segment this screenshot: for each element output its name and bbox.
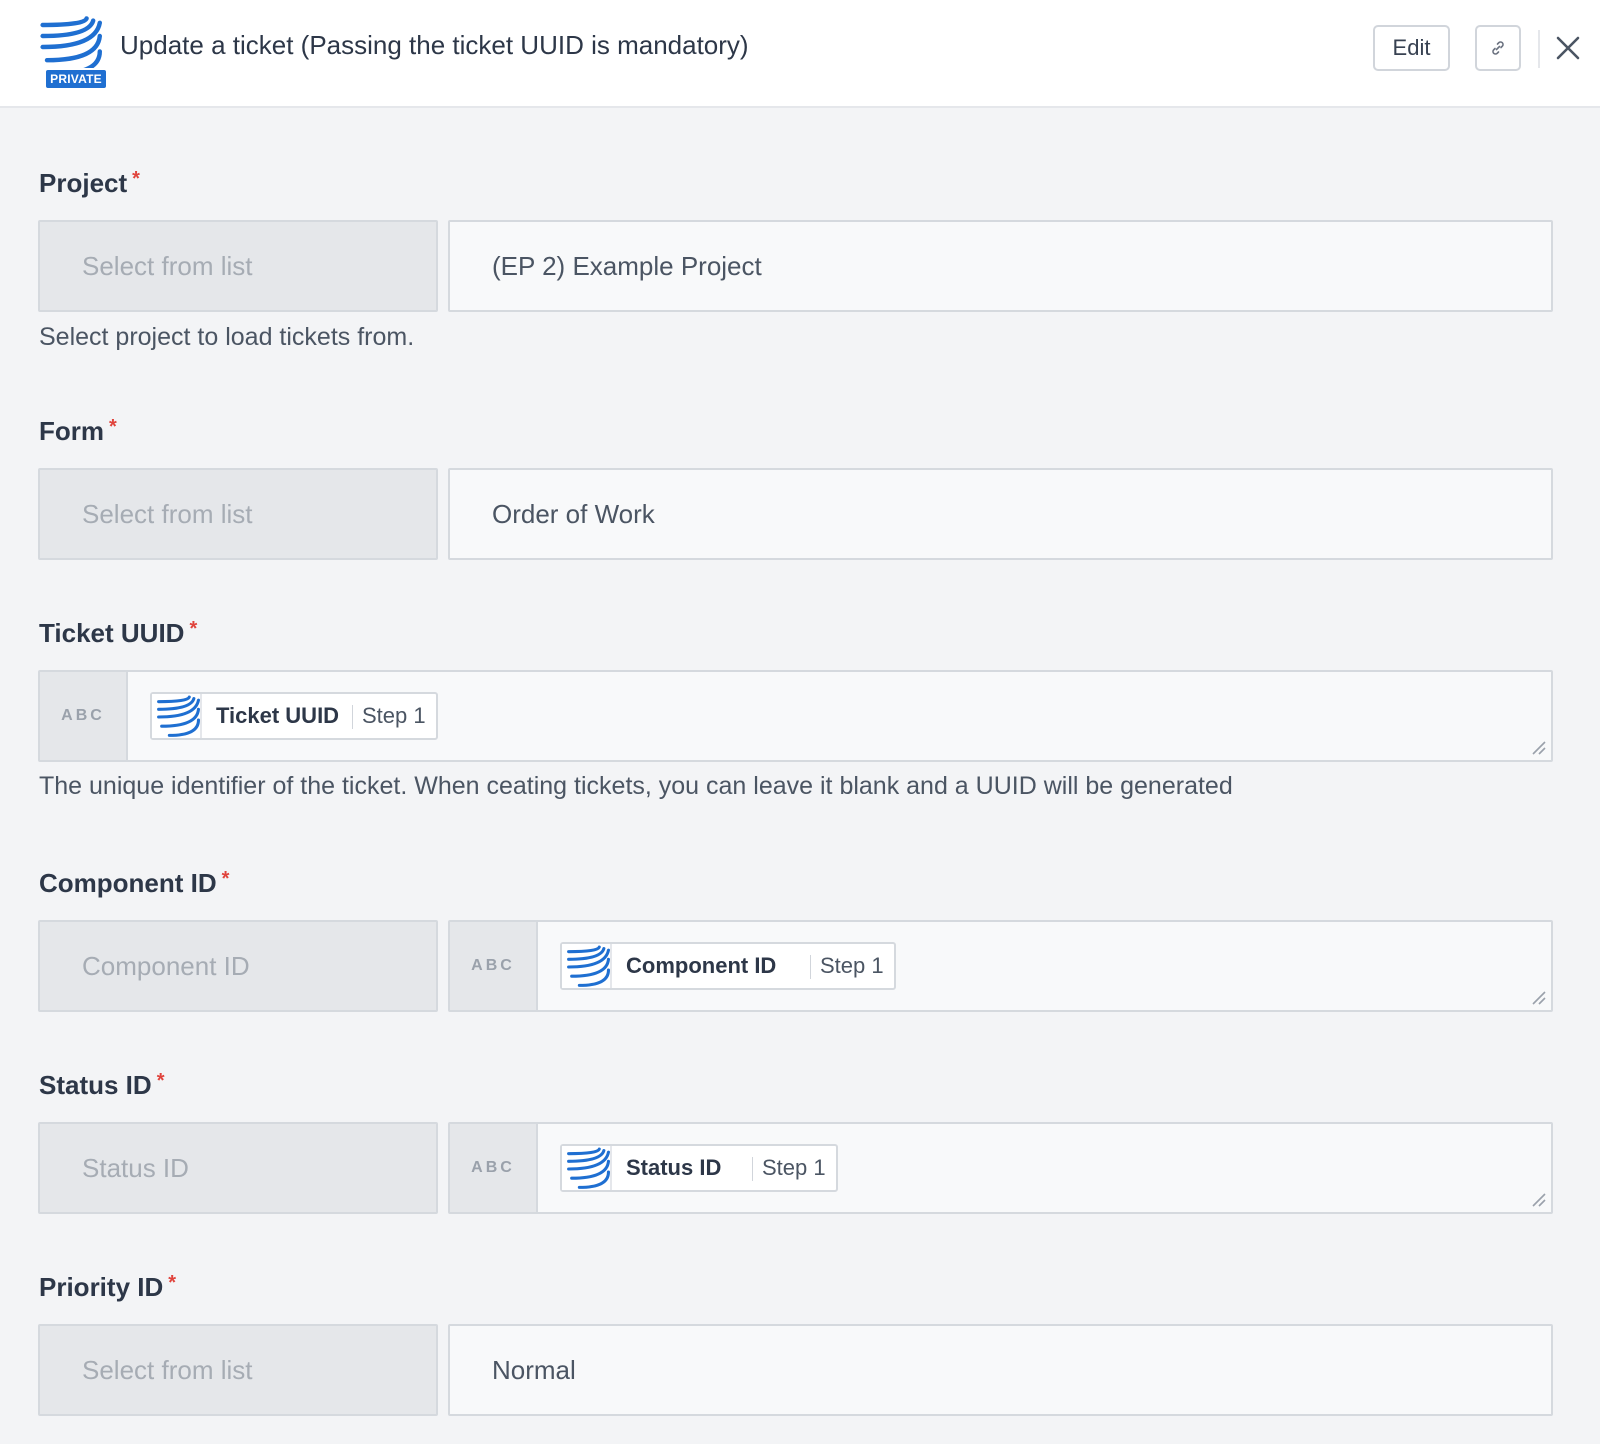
priority-id-label-text: Priority ID: [39, 1272, 164, 1302]
app-logo-icon: [564, 944, 610, 990]
datapill-icon: [562, 1146, 612, 1190]
datapill-name: Component ID: [626, 953, 777, 978]
project-label: Project *: [39, 168, 140, 199]
status-id-mode-field[interactable]: Status ID: [38, 1122, 438, 1214]
required-marker: *: [221, 868, 230, 890]
ticket-uuid-input[interactable]: ABC Ticket UUID Step 1: [38, 670, 1553, 762]
close-icon: [1556, 36, 1580, 60]
component-id-input[interactable]: ABC Component ID Step 1: [448, 920, 1553, 1012]
close-button[interactable]: [1550, 30, 1586, 66]
datapill-icon: [562, 944, 612, 988]
link-button[interactable]: [1475, 25, 1521, 71]
form-label-text: Form: [39, 416, 104, 446]
resize-handle-icon[interactable]: [1529, 988, 1547, 1006]
dialog-title: Update a ticket (Passing the ticket UUID…: [120, 30, 749, 60]
datapill-separator: [352, 705, 353, 729]
project-mode-select[interactable]: Select from list: [38, 220, 438, 312]
component-id-label: Component ID *: [39, 868, 229, 899]
datapill-ticket-uuid[interactable]: Ticket UUID Step 1: [150, 692, 438, 740]
app-logo-icon: [564, 1146, 610, 1192]
project-value-field[interactable]: (EP 2) Example Project: [448, 220, 1553, 312]
resize-handle-icon[interactable]: [1529, 738, 1547, 756]
text-type-tag: ABC: [450, 922, 538, 1010]
text-type-tag: ABC: [450, 1124, 538, 1212]
datapill-step: Step 1: [820, 953, 884, 978]
datapill-step: Step 1: [762, 1155, 826, 1180]
resize-handle-icon[interactable]: [1529, 1190, 1547, 1208]
edit-button[interactable]: Edit: [1373, 25, 1450, 71]
datapill-component-id[interactable]: Component ID Step 1: [560, 942, 896, 990]
project-help-text: Select project to load tickets from.: [39, 323, 415, 351]
required-marker: *: [132, 168, 140, 190]
text-type-tag: ABC: [40, 672, 128, 760]
ticket-uuid-label: Ticket UUID *: [39, 618, 197, 649]
required-marker: *: [189, 618, 198, 640]
component-id-label-text: Component ID: [39, 868, 217, 898]
form-label: Form *: [39, 416, 117, 447]
project-label-text: Project: [39, 168, 128, 198]
required-marker: *: [168, 1272, 177, 1294]
status-id-input[interactable]: ABC Status ID Step 1: [448, 1122, 1553, 1214]
datapill-icon: [152, 694, 202, 738]
datapill-step: Step 1: [362, 703, 426, 728]
required-marker: *: [156, 1070, 165, 1092]
ticket-uuid-help-text: The unique identifier of the ticket. Whe…: [39, 772, 1233, 800]
dialog-header: PRIVATE Update a ticket (Passing the tic…: [0, 0, 1600, 108]
priority-id-mode-select[interactable]: Select from list: [38, 1324, 438, 1416]
status-id-label-text: Status ID: [39, 1070, 152, 1100]
form-value-field[interactable]: Order of Work: [448, 468, 1553, 560]
datapill-name: Status ID: [626, 1155, 722, 1180]
private-badge: PRIVATE: [44, 68, 108, 90]
header-divider: [1538, 30, 1540, 68]
datapill-separator: [752, 1157, 753, 1181]
form-mode-select[interactable]: Select from list: [38, 468, 438, 560]
datapill-status-id[interactable]: Status ID Step 1: [560, 1144, 838, 1192]
app-logo: PRIVATE: [36, 14, 112, 92]
datapill-name: Ticket UUID: [216, 703, 340, 728]
ticket-uuid-label-text: Ticket UUID: [39, 618, 185, 648]
status-id-label: Status ID *: [39, 1070, 164, 1101]
priority-id-value-field[interactable]: Normal: [448, 1324, 1553, 1416]
app-logo-icon: [154, 694, 200, 740]
link-icon: [1492, 41, 1504, 55]
datapill-separator: [810, 955, 811, 979]
priority-id-label: Priority ID *: [39, 1272, 176, 1303]
required-marker: *: [109, 416, 117, 438]
component-id-mode-field[interactable]: Component ID: [38, 920, 438, 1012]
